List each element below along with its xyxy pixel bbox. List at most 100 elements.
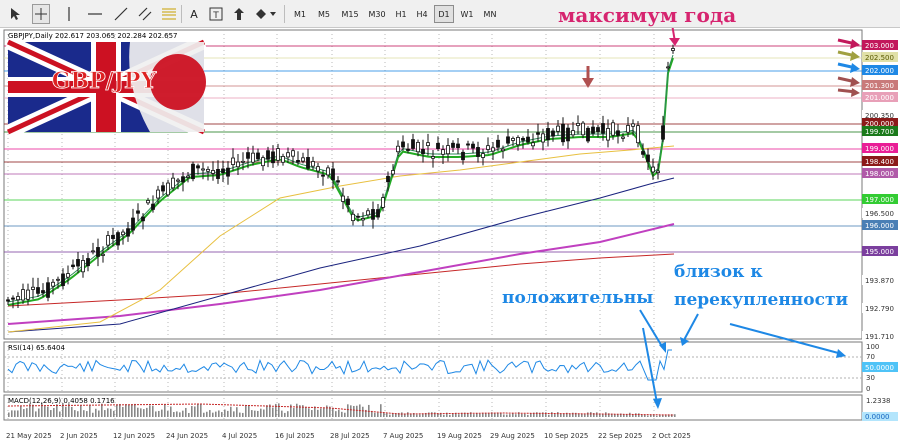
macd-bar [32,404,34,417]
toolbar: A T M1 M5 M15 M30 H1 H4 D1 W1 MN [0,0,900,28]
macd-bar [407,412,409,417]
timeframe-m5[interactable]: M5 [313,5,335,23]
candle-body [376,209,380,218]
candle-body [351,213,355,222]
macd-bar [185,407,187,417]
macd-bar [320,408,322,417]
macd-bar [65,406,67,417]
macd-bar [191,405,193,417]
candle-body [306,157,310,169]
macd-bar [215,411,217,417]
candle-body [146,200,150,204]
rsi-axis-0: 0 [866,385,870,393]
candle-body [6,299,10,302]
candle-body [326,167,330,176]
macd-bar [200,403,202,417]
candle-body [466,143,470,146]
macd-bar [197,404,199,417]
macd-bar [434,412,436,417]
macd-bar [101,403,103,417]
candle-body [241,160,245,163]
candle-body [276,148,280,161]
timeframe-h1[interactable]: H1 [391,5,411,23]
macd-bar [548,414,550,417]
candle-body [511,138,515,141]
timeframe-m1[interactable]: M1 [289,5,311,23]
price-axis: 203.000202.500202.000201.300201.000200.3… [862,40,898,341]
macd-bar [164,404,166,417]
candle-body [126,228,130,237]
text-label-tool-icon[interactable]: T [207,4,225,24]
macd-bar [503,414,505,417]
candle-body [506,136,510,144]
macd-bar [134,403,136,417]
date-label: 24 Jun 2025 [166,432,208,440]
text-tool-icon[interactable]: A [185,4,203,24]
timeframe-w1[interactable]: W1 [457,5,477,23]
cursor-tool-icon[interactable] [6,4,24,24]
crosshair-tool-icon[interactable] [32,4,50,24]
timeframe-m15[interactable]: M15 [337,5,363,23]
macd-bar [596,412,598,417]
channel-tool-icon[interactable] [136,4,154,24]
candle-body [556,125,560,132]
timeframe-m30[interactable]: M30 [364,5,390,23]
macd-bar [221,412,223,417]
macd-bar [227,410,229,417]
candle-body [671,48,675,51]
shapes-dropdown-icon[interactable] [252,4,280,24]
macd-bar [569,413,571,417]
macd-bar [287,411,289,417]
arrows-tool-icon[interactable] [230,4,248,24]
candle-body [456,143,460,149]
macd-bar [212,412,214,417]
candle-body [441,149,445,155]
macd-bar [326,405,328,417]
candle-body [491,147,495,152]
candle-body [316,166,320,172]
candle-body [426,142,430,147]
macd-bar [497,412,499,417]
date-label: 28 Jul 2025 [330,432,370,440]
macd-bar [305,406,307,417]
macd-bar [278,403,280,417]
macd-bar [131,404,133,417]
fibonacci-tool-icon[interactable] [160,4,178,24]
macd-bar [335,411,337,417]
macd-bar [140,408,142,417]
date-label: 16 Jul 2025 [275,432,315,440]
candle-body [486,145,490,150]
date-label: 2 Oct 2025 [652,432,691,440]
candle-body [366,210,370,216]
price-label: 191.710 [865,333,894,341]
candle-body [371,209,375,220]
macd-bar [143,409,145,417]
macd-bar [557,412,559,417]
price-label: 195.000 [865,248,894,256]
timeframe-mn[interactable]: MN [479,5,501,23]
candle-body [481,153,485,158]
chart-window[interactable]: GBP/JPY GBPJPY,Daily 202.617 203.065 202… [0,28,900,444]
annotation-year-high: максимум года [558,3,737,27]
timeframe-h4[interactable]: H4 [412,5,432,23]
macd-bar [218,410,220,417]
candle-body [346,198,350,206]
macd-bar [47,406,49,417]
candle-body [521,137,525,141]
vertical-line-tool-icon[interactable] [60,4,78,24]
macd-bar [362,406,364,417]
trendline-tool-icon[interactable] [112,4,130,24]
macd-bar [416,414,418,417]
macd-bar [584,414,586,417]
candle-body [271,151,275,164]
candle-body [46,282,50,298]
horizontal-line-tool-icon[interactable] [86,4,104,24]
date-label: 22 Sep 2025 [598,432,642,440]
macd-bar [251,410,253,417]
candle-body [416,141,420,153]
macd-bar [167,411,169,417]
candle-body [331,168,335,180]
candle-body [211,170,215,174]
timeframe-d1[interactable]: D1 [434,5,454,23]
candle-body [201,168,205,171]
